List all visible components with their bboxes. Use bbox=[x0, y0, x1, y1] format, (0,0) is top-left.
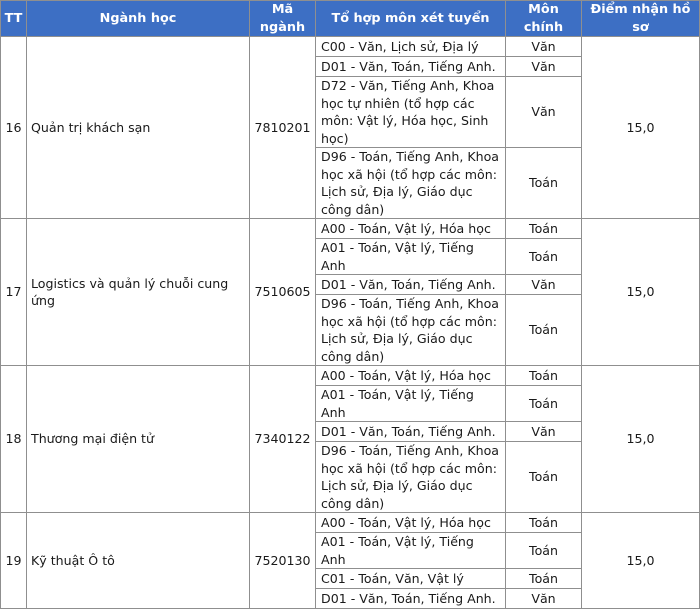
header-major: Ngành học bbox=[26, 0, 250, 37]
subject-combination: C01 - Toán, Văn, Vật lý bbox=[315, 568, 506, 589]
row-number: 18 bbox=[0, 365, 27, 513]
subject-combination: D96 - Toán, Tiếng Anh, Khoa học xã hội (… bbox=[315, 441, 506, 513]
main-subject: Toán bbox=[505, 294, 582, 366]
subject-combination: D01 - Văn, Toán, Tiếng Anh. bbox=[315, 56, 506, 77]
subject-combination: A00 - Toán, Vật lý, Hóa học bbox=[315, 365, 506, 386]
row-number: 17 bbox=[0, 218, 27, 366]
major-name: Logistics và quản lý chuỗi cung ứng bbox=[26, 218, 250, 366]
major-code: 7520130 bbox=[249, 512, 316, 609]
main-subject: Toán bbox=[505, 218, 582, 239]
header-combo: Tổ hợp môn xét tuyển bbox=[315, 0, 506, 37]
subject-combination: A00 - Toán, Vật lý, Hóa học bbox=[315, 512, 506, 533]
row-number: 19 bbox=[0, 512, 27, 609]
main-subject: Văn bbox=[505, 274, 582, 295]
main-subject: Toán bbox=[505, 532, 582, 569]
subject-combination: D01 - Văn, Toán, Tiếng Anh. bbox=[315, 588, 506, 609]
subject-combination: D96 - Toán, Tiếng Anh, Khoa học xã hội (… bbox=[315, 294, 506, 366]
main-subject: Toán bbox=[505, 147, 582, 219]
admission-score: 15,0 bbox=[581, 512, 700, 609]
subject-combination: A01 - Toán, Vật lý, Tiếng Anh bbox=[315, 532, 506, 569]
admission-table: TT Ngành học Mã ngành Tổ hợp môn xét tuy… bbox=[0, 0, 700, 609]
main-subject: Văn bbox=[505, 36, 582, 57]
major-name: Kỹ thuật Ô tô bbox=[26, 512, 250, 609]
main-subject: Toán bbox=[505, 441, 582, 513]
main-subject: Toán bbox=[505, 512, 582, 533]
admission-score: 15,0 bbox=[581, 365, 700, 513]
main-subject: Toán bbox=[505, 385, 582, 422]
subject-combination: D72 - Văn, Tiếng Anh, Khoa học tự nhiên … bbox=[315, 76, 506, 148]
main-subject: Toán bbox=[505, 568, 582, 589]
header-main-subject: Môn chính bbox=[505, 0, 582, 37]
row-number: 16 bbox=[0, 36, 27, 219]
admission-score: 15,0 bbox=[581, 218, 700, 366]
table-row: 18 Thương mại điện tử 7340122 A00 - Toán… bbox=[0, 365, 700, 513]
main-subject: Toán bbox=[505, 365, 582, 386]
table-row: 17 Logistics và quản lý chuỗi cung ứng 7… bbox=[0, 218, 700, 366]
header-tt: TT bbox=[0, 0, 27, 37]
main-subject: Toán bbox=[505, 238, 582, 275]
subject-combination: A01 - Toán, Vật lý, Tiếng Anh bbox=[315, 385, 506, 422]
header-score: Điểm nhận hồ sơ bbox=[581, 0, 700, 37]
table-row: 16 Quản trị khách sạn 7810201 C00 - Văn,… bbox=[0, 36, 700, 219]
subject-combination: D96 - Toán, Tiếng Anh, Khoa học xã hội (… bbox=[315, 147, 506, 219]
subject-combination: C00 - Văn, Lịch sử, Địa lý bbox=[315, 36, 506, 57]
table-row: 19 Kỹ thuật Ô tô 7520130 A00 - Toán, Vật… bbox=[0, 512, 700, 609]
major-code: 7810201 bbox=[249, 36, 316, 219]
main-subject: Văn bbox=[505, 56, 582, 77]
major-code: 7510605 bbox=[249, 218, 316, 366]
major-code: 7340122 bbox=[249, 365, 316, 513]
header-code: Mã ngành bbox=[249, 0, 316, 37]
subject-combination: D01 - Văn, Toán, Tiếng Anh. bbox=[315, 274, 506, 295]
admission-score: 15,0 bbox=[581, 36, 700, 219]
main-subject: Văn bbox=[505, 421, 582, 442]
subject-combination: A00 - Toán, Vật lý, Hóa học bbox=[315, 218, 506, 239]
subject-combination: A01 - Toán, Vật lý, Tiếng Anh bbox=[315, 238, 506, 275]
header-row: TT Ngành học Mã ngành Tổ hợp môn xét tuy… bbox=[0, 0, 700, 37]
major-name: Quản trị khách sạn bbox=[26, 36, 250, 219]
main-subject: Văn bbox=[505, 588, 582, 609]
main-subject: Văn bbox=[505, 76, 582, 148]
major-name: Thương mại điện tử bbox=[26, 365, 250, 513]
subject-combination: D01 - Văn, Toán, Tiếng Anh. bbox=[315, 421, 506, 442]
